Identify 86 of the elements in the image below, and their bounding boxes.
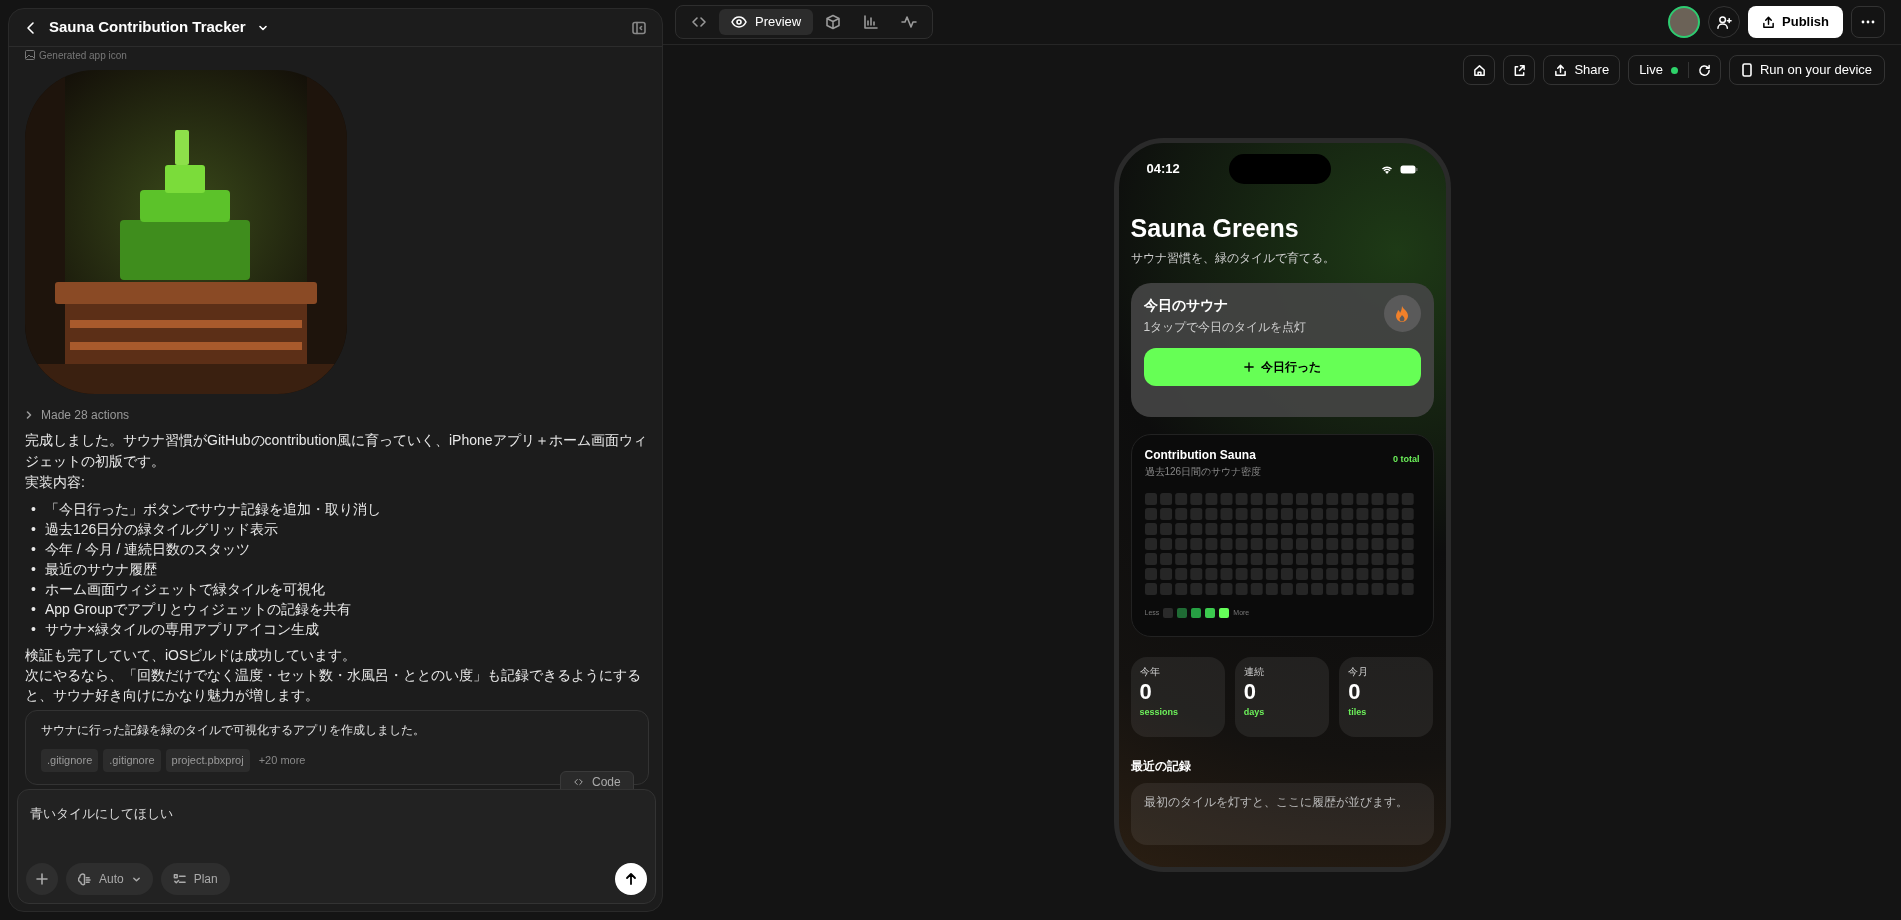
bullet-marker: • — [30, 500, 37, 519]
more-icon — [1861, 20, 1875, 24]
card-title: 今日のサウナ — [1143, 296, 1229, 315]
stat-label: 連続 — [1243, 666, 1264, 678]
chevron-down-icon — [131, 874, 141, 884]
bullet-marker: • — [30, 620, 37, 639]
went-today-button[interactable]: 今日行った — [1143, 348, 1421, 386]
message-input[interactable]: 青いタイルにしてほしい — [18, 790, 655, 824]
commit-message: サウナに行った記録を緑のタイルで可視化するアプリを作成しました。 — [41, 722, 426, 739]
message-composer[interactable]: 青いタイルにしてほしい Auto Plan — [17, 789, 656, 904]
total-count: 0 total — [1393, 453, 1420, 466]
chevron-right-icon[interactable] — [25, 410, 33, 420]
upload-icon — [1554, 63, 1568, 77]
plus-icon — [1243, 362, 1254, 372]
view-tab[interactable]: Preview — [719, 9, 814, 35]
file-chip[interactable]: .gitignore — [41, 749, 99, 772]
share-button[interactable]: Share — [1543, 55, 1621, 85]
empty-history-text: 最初のタイルを灯すと、ここに履歴が並びます。 — [1143, 795, 1409, 810]
bullet-item: サウナ×緑タイルの専用アプリアイコン生成 — [45, 620, 320, 639]
file-chip[interactable]: project.pbxproj — [165, 749, 250, 772]
publish-button[interactable]: Publish — [1748, 6, 1843, 38]
external-icon — [1512, 63, 1526, 77]
bar-chart-icon — [863, 14, 880, 30]
stat-label: 今年 — [1139, 666, 1160, 678]
stat-unit: sessions — [1139, 706, 1179, 718]
bullet-marker: • — [30, 560, 37, 579]
message-text: 完成しました。サウナ習慣がGitHubのcontribution風に育っていく、iPhoneアプリ＋ホーム画面ウィジェットの初版です。 — [25, 431, 648, 471]
code-icon — [573, 777, 584, 787]
flame-icon — [1395, 304, 1409, 323]
cube-icon — [825, 14, 842, 30]
stat-value: 0 — [1348, 678, 1361, 706]
pulse-icon — [901, 14, 918, 30]
eye-icon — [731, 14, 747, 30]
message-text: 次にやるなら、「回数だけでなく温度・セット数・水風呂・ととのい度」も記録できるようにすると、サウナ好き向けにかなり魅力が増します。 — [25, 666, 642, 705]
arrow-up-icon — [624, 872, 638, 886]
artifact-label: Generated app icon — [39, 48, 127, 63]
live-status[interactable]: Live — [1629, 60, 1688, 80]
bullet-item: App Groupでアプリとウィジェットの記録を共有 — [45, 600, 351, 619]
refresh-icon[interactable] — [1698, 63, 1711, 77]
bullet-item: 「今日行った」ボタンでサウナ記録を追加・取り消し — [45, 500, 381, 519]
stat-label: 今月 — [1348, 666, 1369, 678]
plan-button[interactable]: Plan — [160, 863, 230, 895]
checklist-icon — [172, 872, 186, 886]
actions-summary[interactable]: Made 28 actions — [41, 406, 130, 424]
card-subtitle: 1タップで今日のタイルを点灯 — [1143, 319, 1307, 336]
app-subtitle: サウナ習慣を、緑のタイルで育てる。 — [1130, 250, 1336, 267]
back-icon[interactable] — [25, 20, 37, 35]
more-files-link[interactable]: +20 more — [258, 752, 306, 769]
bullet-item: 過去126日分の緑タイルグリッド表示 — [45, 520, 279, 539]
battery-icon — [1399, 164, 1418, 174]
mode-dropdown[interactable]: Auto — [66, 863, 153, 895]
bullet-marker: • — [30, 540, 37, 559]
bullet-item: ホーム画面ウィジェットで緑タイルを可視化 — [45, 580, 325, 599]
code-icon — [691, 14, 707, 30]
home-icon — [1472, 63, 1486, 77]
bullet-item: 今年 / 今月 / 連続日数のスタッツ — [45, 540, 251, 559]
section-title: 最近の記録 — [1130, 758, 1192, 775]
home-button[interactable] — [1463, 55, 1496, 85]
message-text: 実装内容: — [25, 473, 86, 492]
status-time: 04:12 — [1146, 160, 1180, 179]
bullet-item: 最近のサウナ履歴 — [45, 560, 157, 579]
add-user-icon — [1716, 14, 1732, 30]
add-button[interactable] — [26, 863, 58, 895]
image-icon — [25, 50, 35, 60]
upload-icon — [1762, 15, 1776, 29]
plus-icon — [36, 873, 48, 885]
bullet-marker: • — [30, 520, 37, 539]
send-button[interactable] — [615, 863, 647, 895]
project-title[interactable]: Sauna Contribution Tracker — [49, 16, 246, 39]
open-external-button[interactable] — [1503, 55, 1536, 85]
file-chip[interactable]: .gitignore — [103, 749, 161, 772]
sidebar-toggle-icon[interactable] — [632, 20, 646, 35]
card-subtitle: 過去126日間のサウナ密度 — [1144, 465, 1262, 479]
wifi-icon — [1380, 164, 1393, 174]
stat-value: 0 — [1139, 678, 1152, 706]
bullet-marker: • — [30, 600, 37, 619]
card-title: Contribution Sauna — [1144, 447, 1257, 464]
stat-unit: days — [1243, 706, 1265, 718]
message-text: 検証も完了していて、iOSビルドは成功しています。 — [25, 646, 358, 665]
avatar[interactable] — [1668, 6, 1701, 38]
phone-icon — [1742, 63, 1752, 77]
app-title: Sauna Greens — [1130, 213, 1300, 243]
bullet-marker: • — [30, 580, 37, 599]
run-on-device-button[interactable]: Run on your device — [1729, 55, 1885, 85]
stat-value: 0 — [1243, 678, 1257, 706]
stat-unit: tiles — [1348, 706, 1367, 718]
